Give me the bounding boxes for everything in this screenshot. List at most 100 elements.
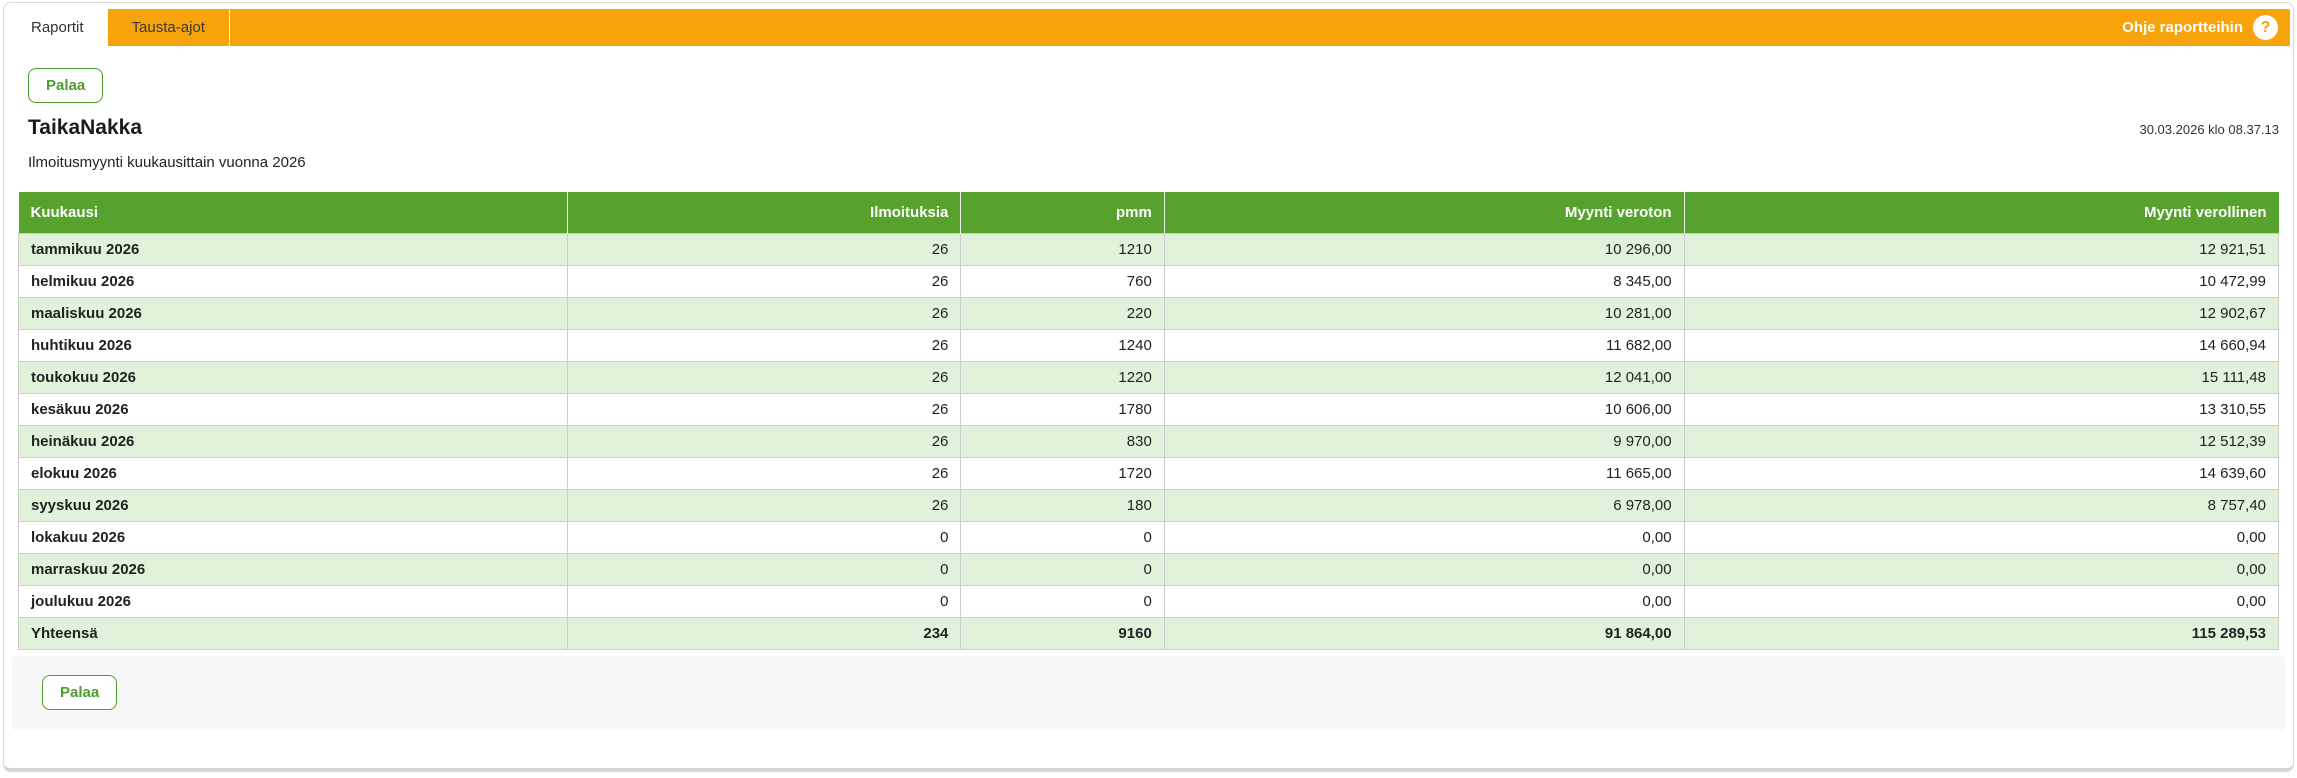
cell-value: 0,00 — [1684, 553, 2278, 585]
cell-month: maaliskuu 2026 — [19, 297, 568, 329]
cell-value: 6 978,00 — [1164, 489, 1684, 521]
table-row: tammikuu 202626121010 296,0012 921,51 — [19, 233, 2279, 265]
cell-value: 12 902,67 — [1684, 297, 2278, 329]
cell-month: marraskuu 2026 — [19, 553, 568, 585]
table-row: lokakuu 2026000,000,00 — [19, 521, 2279, 553]
cell-month: syyskuu 2026 — [19, 489, 568, 521]
table-row: helmikuu 2026267608 345,0010 472,99 — [19, 265, 2279, 297]
help-link[interactable]: Ohje raportteihin — [2122, 19, 2243, 36]
page-title: TaikaNakka — [28, 116, 142, 140]
cell-value: 15 111,48 — [1684, 361, 2278, 393]
cell-value: 180 — [961, 489, 1164, 521]
cell-value: 0,00 — [1164, 585, 1684, 617]
cell-value: 0,00 — [1164, 553, 1684, 585]
table-row: huhtikuu 202626124011 682,0014 660,94 — [19, 329, 2279, 361]
title-row: TaikaNakka 30.03.2026 klo 08.37.13 — [18, 116, 2279, 140]
table-row: toukokuu 202626122012 041,0015 111,48 — [19, 361, 2279, 393]
cell-value: 1780 — [961, 393, 1164, 425]
cell-value: 26 — [568, 425, 961, 457]
cell-value: 0,00 — [1684, 521, 2278, 553]
header-myynti-veroton: Myynti veroton — [1164, 192, 1684, 233]
cell-month: lokakuu 2026 — [19, 521, 568, 553]
cell-value: 1220 — [961, 361, 1164, 393]
cell-value: 26 — [568, 489, 961, 521]
cell-value: 1720 — [961, 457, 1164, 489]
cell-value: 12 921,51 — [1684, 233, 2278, 265]
cell-value: 12 512,39 — [1684, 425, 2278, 457]
header-ilmoituksia: Ilmoituksia — [568, 192, 961, 233]
table-row: maaliskuu 20262622010 281,0012 902,67 — [19, 297, 2279, 329]
cell-value: 26 — [568, 297, 961, 329]
cell-value: 14 639,60 — [1684, 457, 2278, 489]
back-button-bottom[interactable]: Palaa — [42, 675, 117, 710]
table-row: elokuu 202626172011 665,0014 639,60 — [19, 457, 2279, 489]
top-navigation-bar: Raportit Tausta-ajot Ohje raportteihin ? — [7, 9, 2290, 46]
table-header-row: Kuukausi Ilmoituksia pmm Myynti veroton … — [19, 192, 2279, 233]
header-kuukausi: Kuukausi — [19, 192, 568, 233]
cell-value: 26 — [568, 233, 961, 265]
cell-month: huhtikuu 2026 — [19, 329, 568, 361]
cell-value: 0 — [568, 553, 961, 585]
cell-value: 0 — [568, 585, 961, 617]
table-row: marraskuu 2026000,000,00 — [19, 553, 2279, 585]
back-button-top[interactable]: Palaa — [28, 68, 103, 103]
cell-value: 26 — [568, 361, 961, 393]
cell-value: 9160 — [961, 617, 1164, 649]
cell-value: 26 — [568, 265, 961, 297]
cell-value: 26 — [568, 457, 961, 489]
cell-value: 0,00 — [1164, 521, 1684, 553]
cell-month: elokuu 2026 — [19, 457, 568, 489]
header-pmm: pmm — [961, 192, 1164, 233]
cell-value: 0 — [961, 521, 1164, 553]
table-row: joulukuu 2026000,000,00 — [19, 585, 2279, 617]
cell-value: 234 — [568, 617, 961, 649]
cell-value: 760 — [961, 265, 1164, 297]
topbar-help-area: Ohje raportteihin ? — [2122, 9, 2290, 46]
question-mark-icon[interactable]: ? — [2253, 15, 2278, 40]
tab-separator — [229, 9, 230, 46]
header-myynti-verollinen: Myynti verollinen — [1684, 192, 2278, 233]
cell-value: 220 — [961, 297, 1164, 329]
cell-month: joulukuu 2026 — [19, 585, 568, 617]
cell-value: 10 281,00 — [1164, 297, 1684, 329]
cell-value: 10 606,00 — [1164, 393, 1684, 425]
table-row-total: Yhteensä234916091 864,00115 289,53 — [19, 617, 2279, 649]
cell-month: heinäkuu 2026 — [19, 425, 568, 457]
cell-month: Yhteensä — [19, 617, 568, 649]
bottom-action-bar: Palaa — [12, 656, 2285, 730]
cell-value: 26 — [568, 329, 961, 361]
cell-value: 11 665,00 — [1164, 457, 1684, 489]
tab-tausta-ajot[interactable]: Tausta-ajot — [108, 9, 229, 46]
cell-value: 8 345,00 — [1164, 265, 1684, 297]
cell-value: 0 — [961, 585, 1164, 617]
cell-value: 8 757,40 — [1684, 489, 2278, 521]
app-window: Raportit Tausta-ajot Ohje raportteihin ?… — [3, 2, 2294, 772]
report-timestamp: 30.03.2026 klo 08.37.13 — [2139, 116, 2279, 137]
cell-month: helmikuu 2026 — [19, 265, 568, 297]
table-row: heinäkuu 2026268309 970,0012 512,39 — [19, 425, 2279, 457]
cell-value: 0 — [568, 521, 961, 553]
tab-raportit[interactable]: Raportit — [7, 9, 108, 46]
table-body: tammikuu 202626121010 296,0012 921,51hel… — [19, 233, 2279, 649]
cell-value: 11 682,00 — [1164, 329, 1684, 361]
cell-value: 91 864,00 — [1164, 617, 1684, 649]
cell-value: 13 310,55 — [1684, 393, 2278, 425]
cell-value: 14 660,94 — [1684, 329, 2278, 361]
report-content: Palaa TaikaNakka 30.03.2026 klo 08.37.13… — [4, 46, 2293, 650]
cell-month: toukokuu 2026 — [19, 361, 568, 393]
cell-value: 1240 — [961, 329, 1164, 361]
cell-value: 1210 — [961, 233, 1164, 265]
cell-value: 0,00 — [1684, 585, 2278, 617]
cell-value: 830 — [961, 425, 1164, 457]
cell-value: 115 289,53 — [1684, 617, 2278, 649]
cell-month: tammikuu 2026 — [19, 233, 568, 265]
cell-value: 26 — [568, 393, 961, 425]
cell-value: 10 296,00 — [1164, 233, 1684, 265]
report-subtitle: Ilmoitusmyynti kuukausittain vuonna 2026 — [28, 154, 2279, 171]
cell-month: kesäkuu 2026 — [19, 393, 568, 425]
table-row: syyskuu 2026261806 978,008 757,40 — [19, 489, 2279, 521]
table-row: kesäkuu 202626178010 606,0013 310,55 — [19, 393, 2279, 425]
cell-value: 12 041,00 — [1164, 361, 1684, 393]
report-table: Kuukausi Ilmoituksia pmm Myynti veroton … — [18, 192, 2279, 650]
cell-value: 9 970,00 — [1164, 425, 1684, 457]
